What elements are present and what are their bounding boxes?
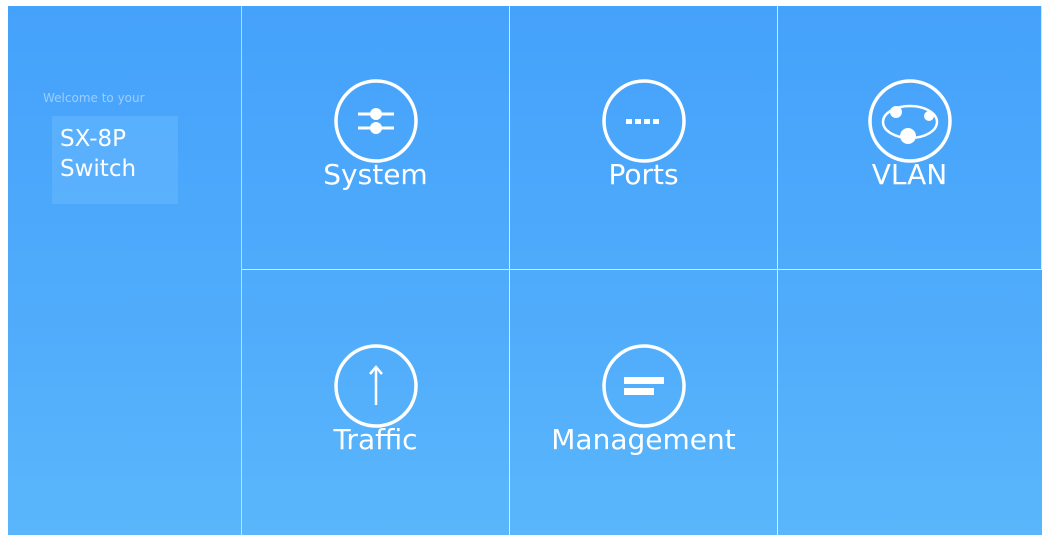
tile-traffic-label: Traffic (333, 423, 418, 456)
ports-icon (601, 79, 686, 163)
tile-management-label: Management (551, 423, 736, 456)
tile-ports-label: Ports (608, 158, 679, 191)
tile-vlan-label: VLAN (871, 158, 948, 191)
tile-empty (778, 270, 1042, 535)
tile-system-label: System (323, 158, 428, 191)
device-name-box: SX-8P Switch (52, 116, 178, 204)
dashboard: Welcome to your SX-8P Switch System Port… (8, 6, 1042, 535)
management-icon (601, 344, 686, 428)
tile-ports[interactable]: Ports (510, 6, 778, 270)
arrow-up-icon (333, 344, 418, 428)
tile-traffic[interactable]: Traffic (242, 270, 510, 535)
tile-vlan[interactable]: VLAN (778, 6, 1042, 270)
device-name: SX-8P Switch (60, 126, 137, 182)
tile-management[interactable]: Management (510, 270, 778, 535)
tile-system[interactable]: System (242, 6, 510, 270)
sliders-icon (333, 79, 418, 163)
vlan-network-icon (867, 79, 952, 163)
sidebar: Welcome to your SX-8P Switch (8, 6, 242, 535)
welcome-text: Welcome to your (43, 91, 145, 105)
